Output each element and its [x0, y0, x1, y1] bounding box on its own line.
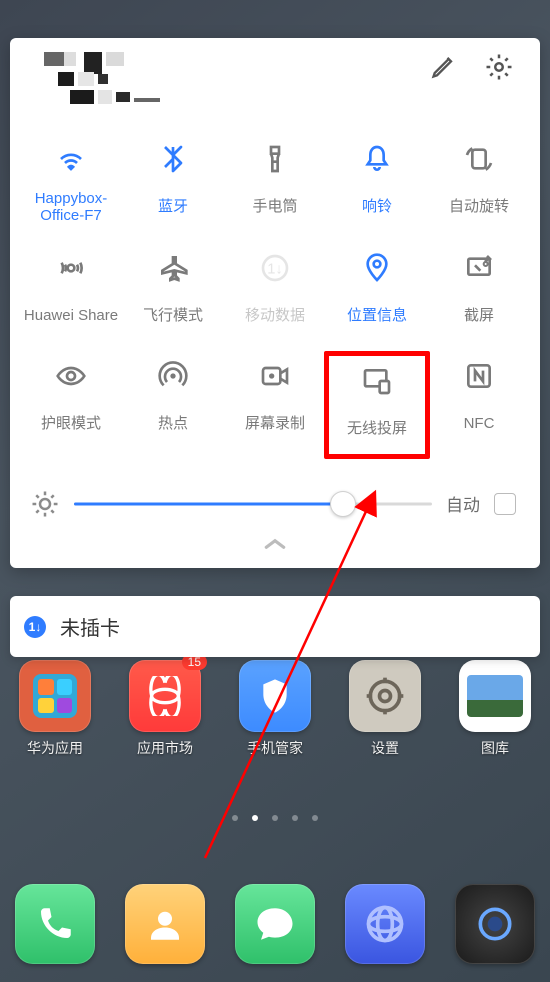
tile-label: 移动数据 [245, 299, 305, 333]
tile-airplane[interactable]: 飞行模式 [122, 251, 224, 333]
tile-label: 护眼模式 [41, 407, 101, 441]
app-label: 华为应用 [27, 738, 83, 758]
tile-huaweishare[interactable]: Huawei Share [20, 251, 122, 333]
tile-nfc[interactable]: NFC [428, 359, 530, 451]
auto-brightness-label: 自动 [446, 491, 480, 516]
eyecomfort-icon [54, 359, 88, 393]
dock-phone[interactable] [15, 884, 95, 964]
page-indicator [0, 815, 550, 821]
app-label: 图库 [481, 738, 509, 758]
tile-label: 蓝牙 [158, 190, 188, 224]
app-gallery[interactable]: 图库 [459, 660, 531, 758]
dock-camera[interactable] [455, 884, 535, 964]
tile-bluetooth[interactable]: 蓝牙 [122, 142, 224, 225]
nfc-icon [462, 359, 496, 393]
brightness-icon [30, 489, 60, 519]
screenrecord-icon [258, 359, 292, 393]
app-label: 应用市场 [137, 738, 193, 758]
quick-settings-panel: Happybox-Office-F7 蓝牙 手电筒 响铃 自动旋转 Huawei Shar… [10, 38, 540, 568]
tile-flashlight[interactable]: 手电筒 [224, 142, 326, 225]
tile-label: 手电筒 [252, 190, 297, 224]
app-label: 手机管家 [247, 738, 303, 758]
brightness-row: 自动 [20, 467, 530, 533]
app-label: 设置 [371, 738, 399, 758]
tile-label: 响铃 [362, 190, 392, 224]
brightness-slider[interactable] [74, 492, 432, 516]
tile-label: Huawei Share [24, 299, 118, 333]
data-icon: 1↓ [24, 616, 46, 638]
app-row: 华为应用 15 应用市场 手机管家 设置 图库 [0, 660, 550, 758]
app-huaweiapps[interactable]: 华为应用 [19, 660, 91, 758]
tile-label: 自动旋转 [449, 190, 509, 224]
mobiledata-icon [258, 251, 292, 285]
location-icon [360, 251, 394, 285]
wirelesscast-icon [360, 364, 394, 398]
tile-label: 截屏 [464, 299, 494, 333]
wifi-icon [54, 142, 88, 176]
tile-screenshot[interactable]: 截屏 [428, 251, 530, 333]
tile-mobiledata[interactable]: 移动数据 [224, 251, 326, 333]
tile-label: 屏幕录制 [245, 407, 305, 441]
tile-label: 飞行模式 [143, 299, 203, 333]
app-appmarket[interactable]: 15 应用市场 [129, 660, 201, 758]
tile-label: 位置信息 [347, 299, 407, 333]
tile-wifi[interactable]: Happybox-Office-F7 [20, 142, 122, 225]
dock-contacts[interactable] [125, 884, 205, 964]
dock [0, 884, 550, 964]
flashlight-icon [258, 142, 292, 176]
tile-label: Happybox-Office-F7 [20, 190, 122, 225]
tile-label: 热点 [158, 407, 188, 441]
hotspot-icon [156, 359, 190, 393]
edit-icon[interactable] [430, 52, 458, 87]
auto-brightness-checkbox[interactable] [494, 493, 516, 515]
autorotate-icon [462, 142, 496, 176]
app-phonemanager[interactable]: 手机管家 [239, 660, 311, 758]
airplane-icon [156, 251, 190, 285]
ring-icon [360, 142, 394, 176]
app-settings[interactable]: 设置 [349, 660, 421, 758]
tile-wirelesscast[interactable]: 无线投屏 [324, 351, 430, 459]
datetime-area [26, 52, 196, 122]
tile-location[interactable]: 位置信息 [326, 251, 428, 333]
dock-messages[interactable] [235, 884, 315, 964]
tile-autorotate[interactable]: 自动旋转 [428, 142, 530, 225]
tile-label: NFC [464, 407, 495, 441]
tile-eyecomfort[interactable]: 护眼模式 [20, 359, 122, 451]
dock-browser[interactable] [345, 884, 425, 964]
tile-screenrecord[interactable]: 屏幕录制 [224, 359, 326, 451]
notification-text: 未插卡 [60, 612, 120, 641]
bluetooth-icon [156, 142, 190, 176]
settings-icon[interactable] [484, 52, 514, 87]
tile-ring[interactable]: 响铃 [326, 142, 428, 225]
collapse-button[interactable] [20, 533, 530, 560]
tile-hotspot[interactable]: 热点 [122, 359, 224, 451]
tile-label: 无线投屏 [347, 412, 407, 446]
screenshot-icon [462, 251, 496, 285]
notification-card[interactable]: 1↓ 未插卡 [10, 596, 540, 657]
huaweishare-icon [54, 251, 88, 285]
